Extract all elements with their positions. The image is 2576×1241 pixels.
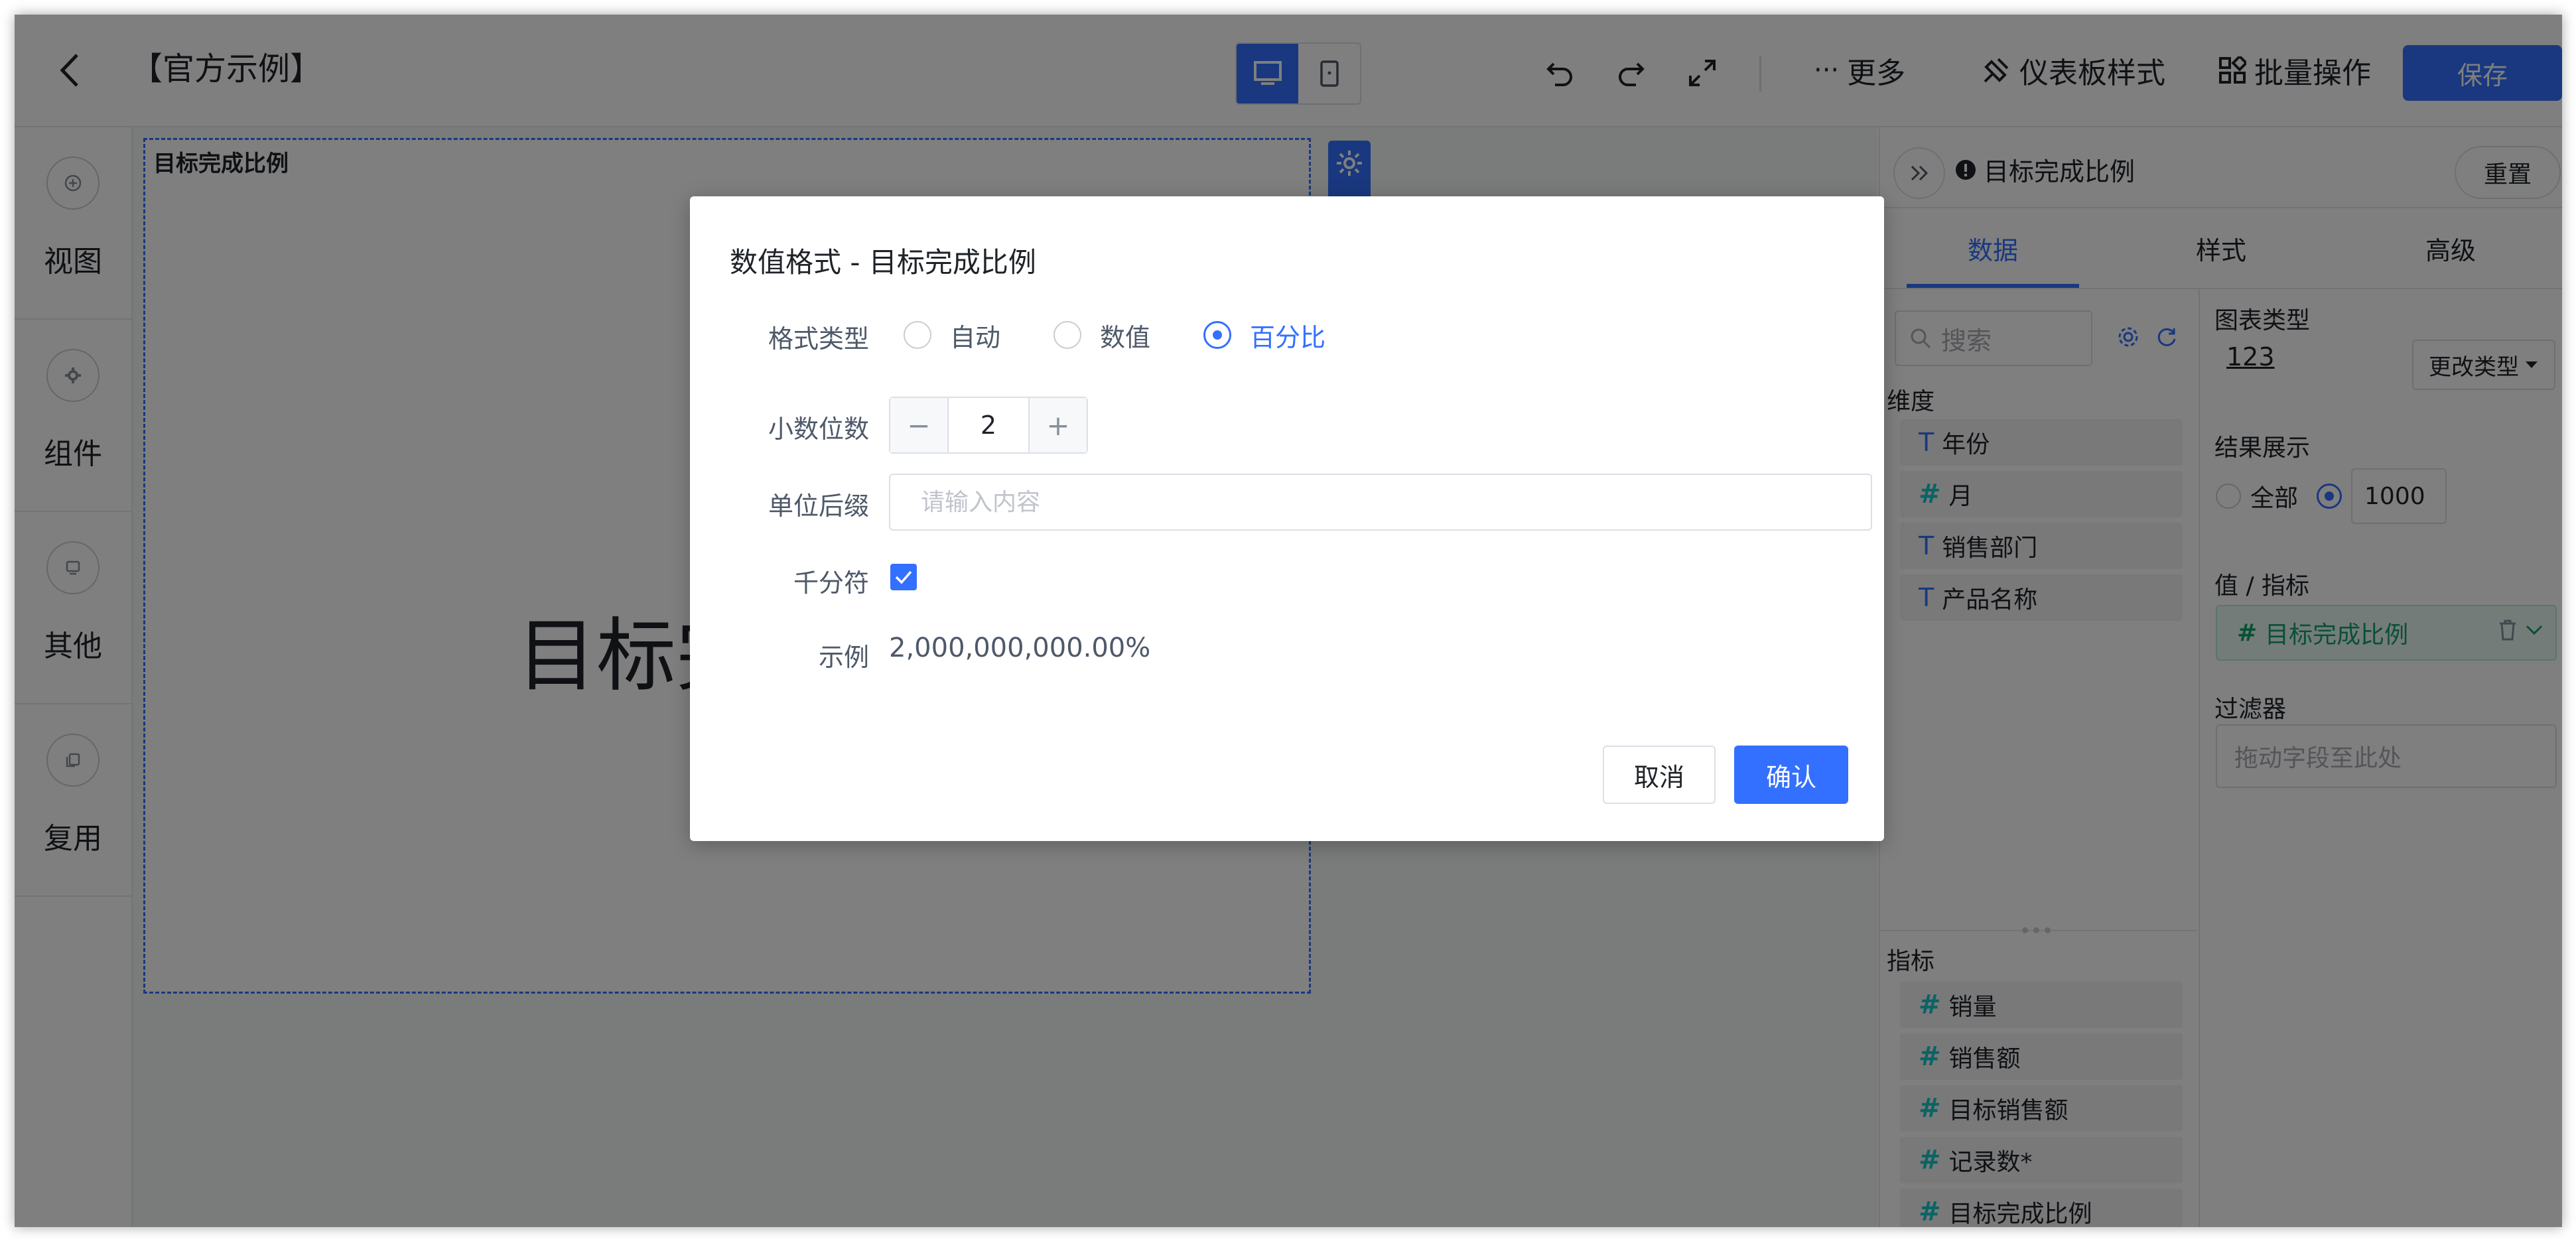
format-auto-option[interactable]: 自动 — [904, 317, 1000, 354]
thousands-separator-checkbox[interactable] — [890, 564, 917, 590]
number-format-dialog: 数值格式 - 目标完成比例 格式类型 自动 数值 百分比 小数位数 − 2 + … — [690, 196, 1884, 841]
cancel-button[interactable]: 取消 — [1603, 746, 1716, 804]
decimals-label: 小数位数 — [768, 415, 869, 444]
dialog-title: 数值格式 - 目标完成比例 — [730, 246, 1036, 279]
option-label: 百分比 — [1250, 322, 1326, 352]
decimals-input[interactable]: 2 — [947, 398, 1030, 452]
decimals-stepper: − 2 + — [889, 397, 1088, 454]
app-window: 【官方示例】 ··· 更多 仪表板样式 批量 — [15, 15, 2562, 1227]
option-label: 数值 — [1100, 322, 1151, 352]
unit-suffix-input[interactable] — [889, 474, 1872, 531]
format-number-option[interactable]: 数值 — [1053, 317, 1150, 354]
confirm-button[interactable]: 确认 — [1734, 746, 1848, 804]
radio-icon — [904, 321, 931, 349]
increment-button[interactable]: + — [1030, 398, 1087, 452]
example-label: 示例 — [818, 643, 869, 672]
decrement-button[interactable]: − — [890, 398, 947, 452]
radio-icon — [1203, 321, 1232, 349]
format-percent-option[interactable]: 百分比 — [1203, 317, 1325, 354]
format-type-label: 格式类型 — [768, 324, 869, 354]
thousands-separator-label: 千分符 — [793, 568, 869, 598]
check-icon — [895, 570, 912, 584]
format-type-radio-group: 自动 数值 百分比 — [904, 318, 1379, 352]
option-label: 自动 — [950, 322, 1001, 352]
example-value: 2,000,000,000.00% — [889, 633, 1151, 663]
radio-icon — [1053, 321, 1082, 349]
unit-suffix-label: 单位后缀 — [768, 491, 869, 521]
